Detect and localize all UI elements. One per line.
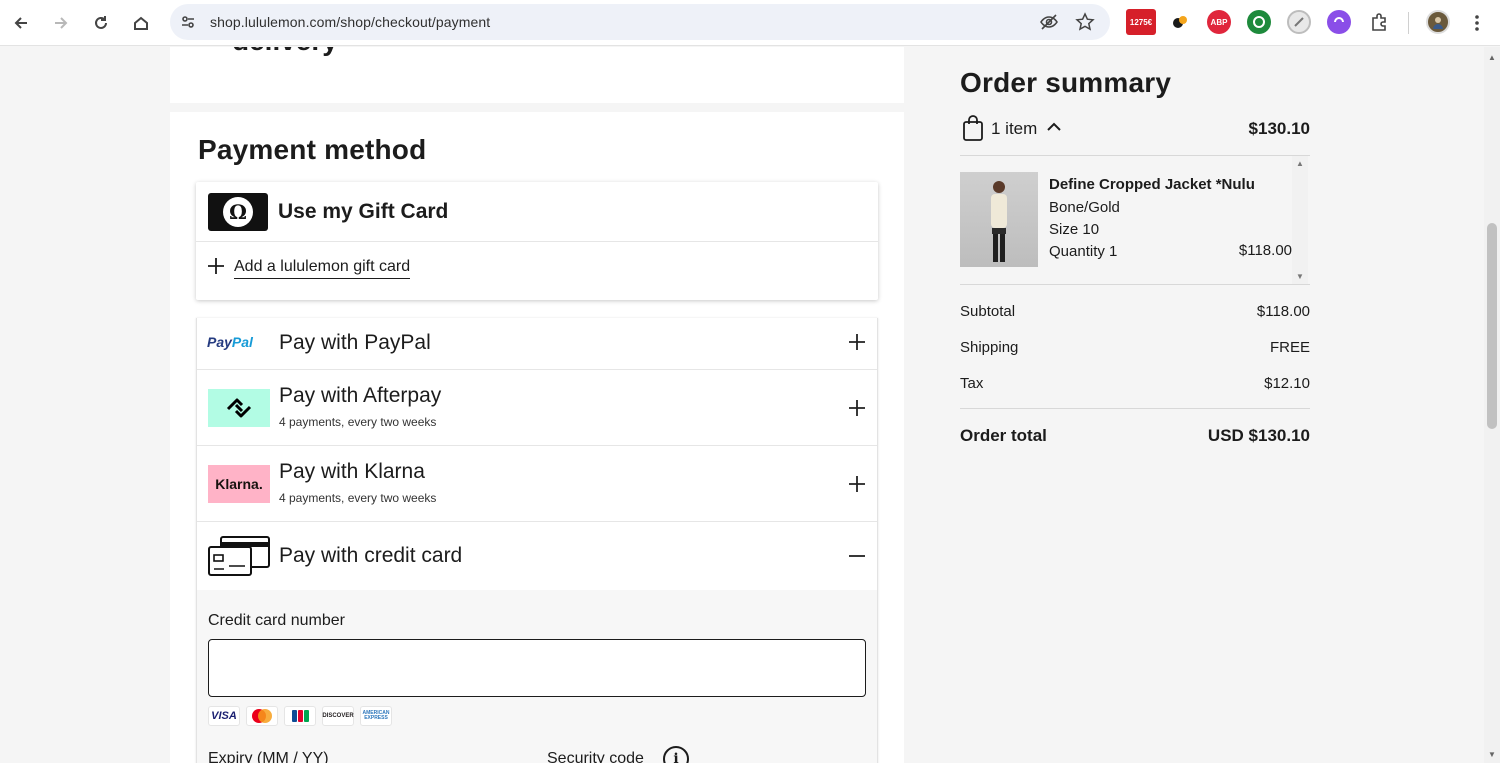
items-scrollbar[interactable]: ▲ ▼ xyxy=(1292,156,1308,284)
scroll-down-arrow-icon[interactable]: ▼ xyxy=(1488,750,1496,759)
product-price: $118.00 xyxy=(1238,242,1292,259)
tax-value: $12.10 xyxy=(1264,375,1310,392)
eye-off-icon[interactable] xyxy=(1038,11,1060,33)
card-number-label: Credit card number xyxy=(208,612,345,629)
info-icon[interactable]: i xyxy=(663,746,689,763)
brave-like-extension-icon[interactable] xyxy=(1168,10,1192,34)
add-gift-card-link[interactable]: Add a lululemon gift card xyxy=(234,258,411,279)
scrollbar-thumb[interactable] xyxy=(1487,223,1497,429)
forward-button[interactable] xyxy=(46,8,76,38)
amex-logo: AMERICAN EXPRESS xyxy=(360,706,392,726)
credit-card-icon xyxy=(208,536,270,576)
credit-card-title: Pay with credit card xyxy=(279,544,463,567)
browser-menu-button[interactable] xyxy=(1462,8,1492,38)
scroll-up-arrow-icon[interactable]: ▲ xyxy=(1488,53,1496,62)
klarna-logo: Klarna. xyxy=(208,465,270,503)
method-afterpay[interactable]: Pay with Afterpay 4 payments, every two … xyxy=(197,370,877,446)
klarna-title: Pay with Klarna xyxy=(279,460,425,483)
cart-items-list: Define Cropped Jacket *Nulu Bone/Gold Si… xyxy=(960,155,1310,285)
browser-toolbar: shop.lululemon.com/shop/checkout/payment… xyxy=(0,0,1500,46)
card-number-input[interactable] xyxy=(208,639,866,697)
delivery-section: delivery xyxy=(170,47,904,103)
payment-methods-list: PayPal Pay with PayPal Pay with Afterpay… xyxy=(196,318,878,763)
scroll-up-arrow-icon[interactable]: ▲ xyxy=(1296,159,1304,168)
expand-plus-icon[interactable] xyxy=(847,330,867,356)
security-code-label: Security code xyxy=(547,750,644,763)
shipping-label: Shipping xyxy=(960,339,1019,356)
home-button[interactable] xyxy=(126,8,156,38)
home-icon xyxy=(134,16,148,30)
purple-extension-icon[interactable] xyxy=(1327,10,1351,34)
chevron-up-icon[interactable] xyxy=(1046,119,1062,136)
jcb-logo xyxy=(284,706,316,726)
whatsapp-like-extension-icon[interactable] xyxy=(1247,10,1271,34)
gift-card-panel: Ω Use my Gift Card Add a lululemon gift … xyxy=(196,182,878,300)
subtotal-value: $118.00 xyxy=(1256,303,1310,320)
reload-icon xyxy=(95,16,107,29)
site-settings-icon[interactable] xyxy=(178,12,198,32)
profile-avatar[interactable] xyxy=(1426,10,1450,34)
expand-plus-icon[interactable] xyxy=(847,472,867,498)
url-text: shop.lululemon.com/shop/checkout/payment xyxy=(210,14,491,30)
adblock-plus-extension-icon[interactable]: ABP xyxy=(1207,10,1231,34)
lululemon-logo: Ω xyxy=(208,193,268,231)
checkout-page: delivery Payment method Ω Use my Gift Ca… xyxy=(0,47,1500,763)
expand-plus-icon[interactable] xyxy=(847,396,867,422)
order-total-label: Order total xyxy=(960,426,1047,445)
credit-card-form: Credit card number VISA DISCOVER AMERICA… xyxy=(197,590,877,763)
expiry-label: Expiry (MM / YY) xyxy=(208,750,329,763)
product-image[interactable] xyxy=(960,172,1038,267)
product-color: Bone/Gold xyxy=(1049,199,1120,216)
shopping-bag-icon xyxy=(963,115,983,141)
method-klarna[interactable]: Klarna. Pay with Klarna 4 payments, ever… xyxy=(197,446,877,522)
add-gift-card-button[interactable]: Add a lululemon gift card xyxy=(206,254,411,282)
subtotal-label: Subtotal xyxy=(960,303,1016,320)
page-scrollbar[interactable]: ▲ ▼ xyxy=(1484,47,1500,763)
afterpay-title: Pay with Afterpay xyxy=(279,384,442,407)
visa-logo: VISA xyxy=(208,706,240,726)
bookmark-star-icon[interactable] xyxy=(1074,11,1096,33)
gray-circle-extension-icon[interactable] xyxy=(1287,10,1311,34)
back-button[interactable] xyxy=(6,8,36,38)
arrow-left-icon xyxy=(14,17,27,29)
address-bar[interactable]: shop.lululemon.com/shop/checkout/payment xyxy=(170,4,1110,40)
extensions-puzzle-icon[interactable] xyxy=(1367,10,1391,34)
toolbar-separator xyxy=(1408,12,1409,34)
payment-section: Payment method Ω Use my Gift Card Add a … xyxy=(170,112,904,763)
afterpay-logo xyxy=(208,389,270,427)
kebab-menu-icon xyxy=(1475,15,1479,31)
tax-label: Tax xyxy=(960,375,984,392)
klarna-subtitle: 4 payments, every two weeks xyxy=(279,491,437,505)
shipping-value: FREE xyxy=(1269,339,1310,356)
order-total-value: USD $130.10 xyxy=(1207,426,1310,445)
order-summary-title: Order summary xyxy=(960,67,1172,98)
delivery-title: delivery xyxy=(232,47,338,57)
product-size: Size 10 xyxy=(1049,221,1100,238)
afterpay-arrows-icon xyxy=(226,398,252,418)
discover-logo: DISCOVER xyxy=(322,706,354,726)
afterpay-subtitle: 4 payments, every two weeks xyxy=(279,415,437,429)
paypal-title: Pay with PayPal xyxy=(279,331,431,354)
method-credit-card[interactable]: Pay with credit card xyxy=(197,522,877,590)
gift-card-header: Ω Use my Gift Card xyxy=(196,182,878,242)
checkout-main-column: delivery Payment method Ω Use my Gift Ca… xyxy=(170,47,904,763)
mastercard-logo xyxy=(246,706,278,726)
items-total: $130.10 xyxy=(1248,119,1310,138)
collapse-minus-icon[interactable] xyxy=(847,544,867,570)
arrow-right-icon xyxy=(55,17,68,29)
summary-divider xyxy=(960,408,1310,409)
items-count: 1 item xyxy=(991,119,1038,138)
gift-card-title: Use my Gift Card xyxy=(278,200,449,223)
product-quantity: Quantity 1 xyxy=(1049,243,1118,260)
paypal-logo: PayPal xyxy=(207,334,253,350)
scroll-down-arrow-icon[interactable]: ▼ xyxy=(1296,272,1304,281)
plus-icon xyxy=(206,256,232,281)
product-name[interactable]: Define Cropped Jacket *Nulu xyxy=(1049,176,1255,193)
calendar-extension-icon[interactable]: 1275€ xyxy=(1126,9,1156,35)
accepted-cards: VISA DISCOVER AMERICAN EXPRESS xyxy=(208,706,392,726)
reload-button[interactable] xyxy=(86,8,116,38)
items-toggle[interactable]: 1 item $130.10 xyxy=(960,115,1310,143)
payment-method-title: Payment method xyxy=(198,134,427,165)
method-paypal[interactable]: PayPal Pay with PayPal xyxy=(197,318,877,370)
